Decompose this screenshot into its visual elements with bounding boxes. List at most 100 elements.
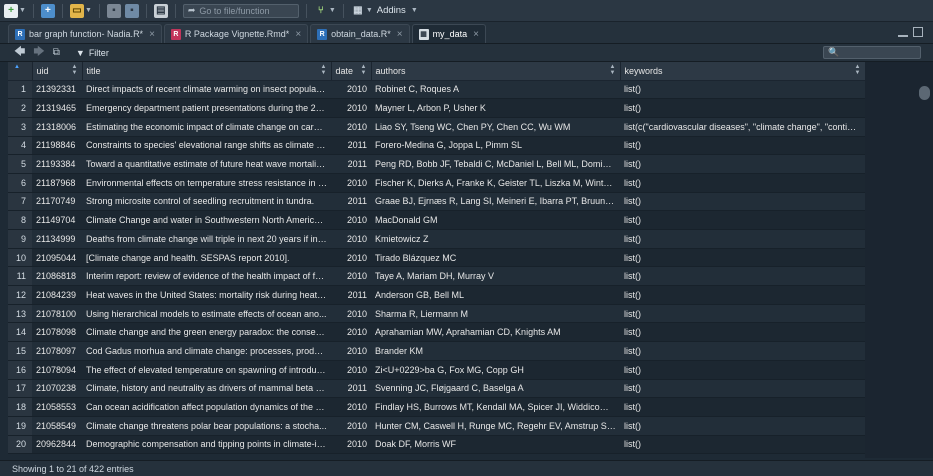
keywords-cell[interactable]: list() [620,192,865,212]
title-cell[interactable]: Heat waves in the United States: mortali… [82,285,331,305]
date-cell[interactable]: 2010 [331,210,371,230]
filter-button[interactable]: ▼ Filter [76,48,109,58]
header-uid[interactable]: uid ▲ ▼ [32,62,83,81]
keywords-cell[interactable]: list() [620,397,865,417]
row-number-cell[interactable]: 9 [8,229,32,249]
title-cell[interactable]: Using hierarchical models to estimate ef… [82,304,331,324]
minimize-pane-button[interactable] [898,32,908,37]
row-number-cell[interactable]: 11 [8,266,32,287]
addins-menu[interactable]: Addins ▼ [377,5,418,16]
row-number-cell[interactable]: 17 [8,379,32,399]
table-row[interactable]: 11 21086818 Interim report: review of evid… [8,266,865,287]
date-cell[interactable]: 2010 [331,266,371,287]
uid-cell[interactable]: 21198846 [32,136,82,156]
goto-file-input[interactable]: ➦ Go to file/function [182,3,299,18]
table-row[interactable]: 13 21078100 Using hierarchical models to e… [8,304,865,324]
uid-cell[interactable]: 21319465 [32,98,82,118]
header-rownum[interactable]: ▲ [8,62,33,81]
title-cell[interactable]: Deaths from climate change will triple i… [82,229,331,249]
uid-cell[interactable]: 21187968 [32,173,82,193]
header-authors[interactable]: authors ▲ ▼ [371,62,621,81]
new-file-button[interactable]: + ▼ [4,3,26,19]
table-row[interactable]: 10 21095044 [Climate change and health. SE… [8,248,865,268]
date-cell[interactable]: 2010 [331,248,371,268]
keywords-cell[interactable]: list() [620,173,865,193]
date-cell[interactable]: 2010 [331,360,371,380]
date-cell[interactable]: 2011 [331,379,371,399]
close-icon[interactable]: × [295,29,301,40]
table-row[interactable]: 6 21187968 Environmental effects on temper… [8,173,865,193]
date-cell[interactable]: 2010 [331,304,371,324]
row-number-cell[interactable]: 13 [8,304,32,324]
tab-obtain-data[interactable]: R obtain_data.R* × [310,24,410,43]
date-cell[interactable]: 2011 [331,285,371,305]
scrollbar-thumb[interactable] [919,86,930,100]
date-cell[interactable]: 2010 [331,98,371,118]
uid-cell[interactable]: 21058549 [32,416,82,436]
uid-cell[interactable]: 21070238 [32,379,82,399]
title-cell[interactable]: Estimating the economic impact of climat… [82,117,331,137]
authors-cell[interactable]: Kmietowicz Z [371,229,620,249]
keywords-cell[interactable]: list() [620,360,865,380]
title-cell[interactable]: Can ocean acidification affect populatio… [82,397,331,417]
title-cell[interactable]: Climate change and the green energy para… [82,322,331,343]
new-project-button[interactable]: + [40,3,55,19]
authors-cell[interactable]: Doak DF, Morris WF [371,435,620,455]
table-row[interactable]: 18 21058553 Can ocean acidification affect… [8,397,865,417]
row-number-cell[interactable]: 16 [8,360,32,380]
authors-cell[interactable]: Robinet C, Roques A [371,80,620,100]
date-cell[interactable]: 2011 [331,154,371,174]
save-all-button[interactable]: ▪ [124,3,139,19]
keywords-cell[interactable]: list() [620,248,865,268]
date-cell[interactable]: 2010 [331,397,371,417]
table-row[interactable]: 17 21070238 Climate, history and neutralit… [8,379,865,399]
uid-cell[interactable]: 21170749 [32,192,82,212]
table-row[interactable]: 5 21193384 Toward a quantitative estimate … [8,154,865,174]
table-row[interactable]: 12 21084239 Heat waves in the United State… [8,285,865,305]
date-cell[interactable]: 2010 [331,416,371,436]
row-number-cell[interactable]: 1 [8,80,32,100]
forward-arrow-icon[interactable]: 🡆 [33,43,44,62]
row-number-cell[interactable]: 18 [8,397,32,417]
keywords-cell[interactable]: list() [620,341,865,361]
uid-cell[interactable]: 20962844 [32,435,82,455]
row-number-cell[interactable]: 14 [8,322,32,343]
row-number-cell[interactable]: 20 [8,435,32,455]
keywords-cell[interactable]: list() [620,210,865,230]
table-row[interactable]: 19 21058549 Climate change threatens polar… [8,416,865,436]
authors-cell[interactable]: Fischer K, Dierks A, Franke K, Geister T… [371,173,620,193]
header-date[interactable]: date ▲ ▼ [331,62,372,81]
table-row[interactable]: 4 21198846 Constraints to species' elevati… [8,136,865,156]
uid-cell[interactable]: 21086818 [32,266,82,287]
row-number-cell[interactable]: 5 [8,154,32,174]
title-cell[interactable]: Climate Change and water in Southwestern… [82,210,331,230]
tab-bar-graph-function[interactable]: R bar graph function- Nadia.R* × [8,24,162,43]
tab-r-package-vignette[interactable]: R R Package Vignette.Rmd* × [163,24,309,43]
date-cell[interactable]: 2010 [331,229,371,249]
keywords-cell[interactable]: list() [620,285,865,305]
table-row[interactable]: 8 21149704 Climate Change and water in Sou… [8,210,865,230]
uid-cell[interactable]: 21149704 [32,210,82,230]
row-number-cell[interactable]: 2 [8,98,32,118]
keywords-cell[interactable]: list() [620,322,865,343]
close-icon[interactable]: × [397,29,403,40]
keywords-cell[interactable]: list() [620,266,865,287]
authors-cell[interactable]: Svenning JC, Fløjgaard C, Baselga A [371,379,620,399]
keywords-cell[interactable]: list() [620,379,865,399]
tab-my-data[interactable]: ▦ my_data × [411,24,486,43]
search-input[interactable]: 🔍 [823,46,921,59]
uid-cell[interactable]: 21058553 [32,397,82,417]
header-title[interactable]: title ▲ ▼ [82,62,332,81]
uid-cell[interactable]: 21392331 [32,80,82,100]
save-button[interactable]: ▪ [106,3,121,19]
title-cell[interactable]: Environmental effects on temperature str… [82,173,331,193]
row-number-cell[interactable]: 4 [8,136,32,156]
table-row[interactable]: 20 20962844 Demographic compensation and t… [8,435,865,455]
close-icon[interactable]: × [149,29,155,40]
authors-cell[interactable]: Sharma R, Liermann M [371,304,620,324]
uid-cell[interactable]: 21318006 [32,117,82,137]
title-cell[interactable]: Direct impacts of recent climate warming… [82,80,331,100]
date-cell[interactable]: 2011 [331,192,371,212]
title-cell[interactable]: Constraints to species' elevational rang… [82,136,331,156]
keywords-cell[interactable]: list() [620,416,865,436]
